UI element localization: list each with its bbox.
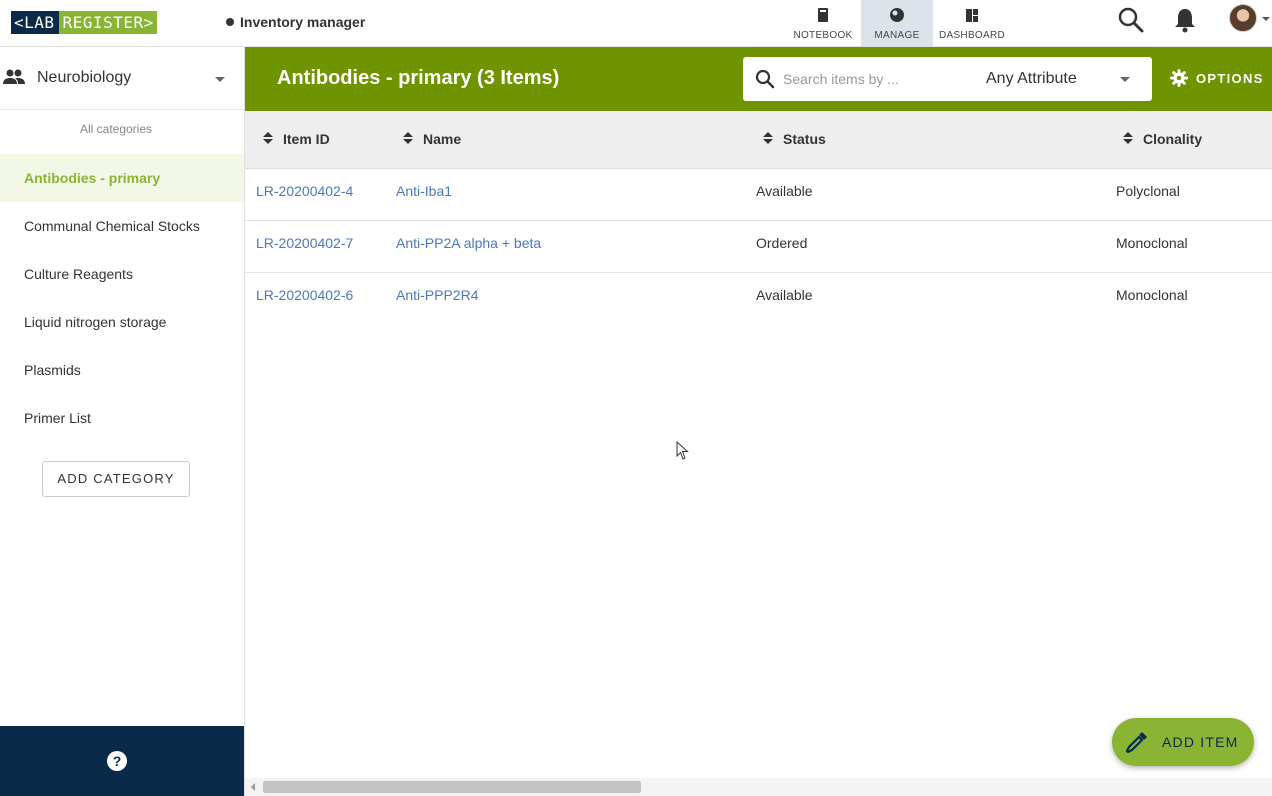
table-row[interactable]: LR-20200402-4 Anti-Iba1 Available Polycl…: [245, 169, 1272, 221]
sidebar-item-plasmids[interactable]: Plasmids: [0, 346, 244, 394]
group-selector[interactable]: Neurobiology: [0, 47, 244, 110]
horizontal-scrollbar[interactable]: [245, 778, 1272, 796]
column-header-label: Name: [423, 131, 462, 147]
logo-left: <LAB: [11, 11, 59, 34]
logo-right: REGISTER>: [58, 11, 157, 34]
sidebar: Neurobiology All categories Antibodies -…: [0, 47, 245, 796]
help-bar: ?: [0, 726, 244, 796]
search-icon: [755, 69, 775, 89]
notebook-icon: [818, 8, 828, 22]
column-header-label: Clonality: [1143, 131, 1203, 147]
column-header-label: Status: [783, 131, 826, 147]
item-clonality: Polyclonal: [1116, 183, 1180, 199]
people-icon: [3, 69, 25, 84]
attribute-chevron-down-icon[interactable]: [1120, 77, 1130, 82]
table-header: Item ID Name Status Clonality: [245, 111, 1272, 169]
attribute-select[interactable]: Any Attribute: [986, 70, 1077, 88]
item-name-link[interactable]: Anti-Iba1: [396, 183, 452, 199]
sidebar-item-communal-chemical-stocks[interactable]: Communal Chemical Stocks: [0, 202, 244, 250]
group-chevron-down-icon[interactable]: [215, 77, 225, 82]
item-status: Available: [756, 183, 813, 199]
sort-icon: [263, 132, 273, 146]
notifications-bell-icon[interactable]: [1172, 6, 1198, 34]
sidebar-item-primer-list[interactable]: Primer List: [0, 394, 244, 442]
column-header-label: Item ID: [283, 131, 330, 147]
sidebar-item-antibodies-primary[interactable]: Antibodies - primary: [0, 154, 244, 202]
sort-icon: [763, 132, 773, 146]
scrollbar-thumb[interactable]: [263, 781, 641, 793]
pipette-icon: [1125, 732, 1147, 754]
gear-icon: [1170, 69, 1188, 87]
context-label-text: Inventory manager: [240, 14, 366, 30]
item-clonality: Monoclonal: [1116, 235, 1188, 251]
app-logo[interactable]: <LAB REGISTER>: [11, 11, 157, 34]
add-item-button[interactable]: ADD ITEM: [1112, 718, 1254, 766]
global-search-icon[interactable]: [1117, 6, 1145, 34]
avatar-chevron-down-icon[interactable]: [1262, 17, 1270, 21]
options-button[interactable]: OPTIONS: [1170, 69, 1264, 87]
item-id-link[interactable]: LR-20200402-6: [256, 287, 353, 303]
column-header-status[interactable]: Status: [763, 131, 826, 147]
category-header: Antibodies - primary (3 Items) Any Attri…: [245, 47, 1272, 111]
tab-dashboard[interactable]: DASHBOARD: [936, 0, 1008, 46]
tab-dashboard-label: DASHBOARD: [938, 30, 1006, 41]
table-row[interactable]: LR-20200402-6 Anti-PPP2R4 Available Mono…: [245, 273, 1272, 325]
context-dot-icon: [226, 18, 234, 26]
scroll-left-arrow-icon[interactable]: [251, 783, 255, 791]
group-name: Neurobiology: [37, 69, 132, 86]
manage-icon: [890, 8, 904, 22]
item-status: Ordered: [756, 235, 808, 251]
user-avatar[interactable]: [1229, 4, 1257, 32]
add-category-button[interactable]: ADD CATEGORY: [42, 461, 190, 497]
context-label: Inventory manager: [226, 14, 365, 30]
tab-manage[interactable]: MANAGE: [861, 0, 933, 46]
mouse-cursor-icon: [676, 441, 689, 460]
column-header-item-id[interactable]: Item ID: [263, 131, 330, 147]
tab-manage-label: MANAGE: [874, 30, 920, 41]
top-bar: <LAB REGISTER> Inventory manager NOTEBOO…: [0, 0, 1272, 47]
column-header-clonality[interactable]: Clonality: [1123, 131, 1202, 147]
add-item-label: ADD ITEM: [1162, 734, 1239, 750]
page-title: Antibodies - primary (3 Items): [277, 67, 560, 89]
item-name-link[interactable]: Anti-PP2A alpha + beta: [396, 235, 541, 251]
column-header-name[interactable]: Name: [403, 131, 461, 147]
sort-icon: [1123, 132, 1133, 146]
item-status: Available: [756, 287, 813, 303]
item-clonality: Monoclonal: [1116, 287, 1188, 303]
dashboard-icon: [966, 9, 978, 22]
sidebar-item-liquid-nitrogen-storage[interactable]: Liquid nitrogen storage: [0, 298, 244, 346]
sidebar-item-culture-reagents[interactable]: Culture Reagents: [0, 250, 244, 298]
sort-icon: [403, 132, 413, 146]
options-label: OPTIONS: [1196, 70, 1264, 86]
help-icon[interactable]: ?: [107, 751, 127, 771]
search-input[interactable]: [783, 67, 983, 91]
tab-notebook[interactable]: NOTEBOOK: [787, 0, 859, 46]
table-row[interactable]: LR-20200402-7 Anti-PP2A alpha + beta Ord…: [245, 221, 1272, 273]
item-search-box: Any Attribute: [743, 57, 1152, 101]
item-name-link[interactable]: Anti-PPP2R4: [396, 287, 478, 303]
item-id-link[interactable]: LR-20200402-7: [256, 235, 353, 251]
item-id-link[interactable]: LR-20200402-4: [256, 183, 353, 199]
all-categories-link[interactable]: All categories: [0, 122, 232, 136]
tab-notebook-label: NOTEBOOK: [793, 30, 853, 41]
